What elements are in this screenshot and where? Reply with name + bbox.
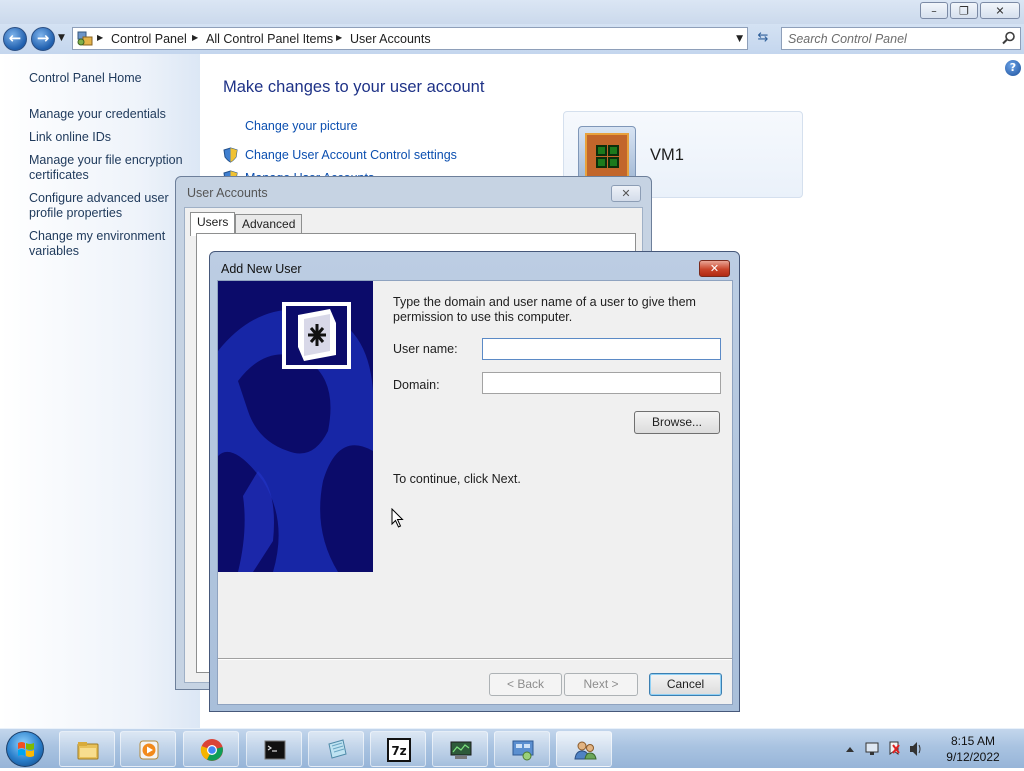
- wizard-banner-image: [218, 281, 373, 572]
- show-hidden-icons-icon: [846, 747, 854, 752]
- chrome-icon: [200, 739, 223, 761]
- continue-text: To continue, click Next.: [393, 472, 521, 486]
- control-panel-icon: [77, 31, 93, 46]
- browse-button[interactable]: Browse...: [634, 411, 720, 434]
- close-window-button[interactable]: ✕: [980, 2, 1020, 19]
- search-input[interactable]: [788, 30, 998, 47]
- sidebar-item-manage-credentials[interactable]: Manage your credentials: [29, 107, 194, 122]
- restore-icon: ❐: [959, 4, 969, 17]
- dialog-title: Add New User: [221, 262, 302, 276]
- taskbar: 7z 8:15 AM 9/12/2022: [0, 728, 1024, 768]
- search-box[interactable]: [781, 27, 1021, 50]
- window-titlebar: – ❐ ✕: [0, 0, 1024, 24]
- taskbar-command-prompt[interactable]: [246, 731, 302, 767]
- breadcrumb-control-panel[interactable]: Control Panel: [111, 32, 187, 46]
- close-icon: ✕: [621, 187, 631, 200]
- breadcrumb-arrow-icon[interactable]: ▶: [97, 33, 103, 42]
- svg-text:7z: 7z: [391, 744, 406, 758]
- taskbar-user-accounts[interactable]: [556, 731, 612, 767]
- minimize-icon: –: [931, 4, 937, 17]
- divider: [218, 658, 732, 660]
- breadcrumb-user-accounts[interactable]: User Accounts: [350, 32, 431, 46]
- action-center-icon: [889, 741, 900, 755]
- taskbar-notepad[interactable]: [308, 731, 364, 767]
- folder-icon: [77, 742, 99, 760]
- wizard-body: Type the domain and user name of a user …: [217, 280, 733, 705]
- cancel-button[interactable]: Cancel: [649, 673, 722, 696]
- network-icon: [865, 742, 879, 755]
- close-dialog-button[interactable]: ✕: [611, 185, 641, 202]
- user-name: VM1: [650, 146, 684, 164]
- taskbar-7zip[interactable]: 7z: [370, 731, 426, 767]
- taskbar-media-player[interactable]: [120, 731, 176, 767]
- 7zip-icon: 7z: [387, 738, 411, 762]
- sidebar-item-environment-variables[interactable]: Change my environment variables: [29, 229, 194, 259]
- task-pane: Control Panel Home Manage your credentia…: [0, 54, 200, 728]
- uac-settings-link[interactable]: Change User Account Control settings: [245, 148, 457, 162]
- chevron-down-icon: ▼: [58, 33, 65, 43]
- maximize-button[interactable]: ❐: [950, 2, 978, 19]
- sidebar-item-link-online-ids[interactable]: Link online IDs: [29, 130, 194, 145]
- uac-shield-icon: [223, 147, 238, 163]
- search-icon[interactable]: [1002, 31, 1016, 45]
- refresh-icon: ⇆: [757, 30, 769, 45]
- forward-button[interactable]: →: [31, 27, 55, 51]
- close-icon: ✕: [995, 4, 1005, 17]
- notepad-icon: [328, 739, 347, 759]
- taskbar-explorer[interactable]: [59, 731, 115, 767]
- sidebar-item-control-panel-home[interactable]: Control Panel Home: [29, 71, 194, 86]
- username-field[interactable]: [482, 338, 721, 360]
- taskbar-network-app[interactable]: [432, 731, 488, 767]
- username-label: User name:: [393, 342, 458, 356]
- start-button[interactable]: [6, 731, 44, 767]
- add-new-user-dialog: Add New User ✕ Type the domain and user …: [209, 251, 740, 712]
- page-title: Make changes to your user account: [223, 78, 485, 96]
- windows-logo-icon: [18, 742, 34, 757]
- clock-time: 8:15 AM: [950, 734, 996, 748]
- sidebar-item-advanced-profile[interactable]: Configure advanced user profile properti…: [29, 191, 194, 221]
- command-prompt-icon: [264, 740, 286, 760]
- user-picture-icon: [585, 133, 629, 179]
- volume-icon: [910, 742, 921, 756]
- domain-label: Domain:: [393, 378, 440, 392]
- address-dropdown-icon[interactable]: ▼: [736, 34, 743, 44]
- network-monitor-icon: [450, 741, 472, 759]
- clock[interactable]: 8:15 AM 9/12/2022: [930, 733, 1016, 765]
- minimize-button[interactable]: –: [920, 2, 948, 19]
- user-accounts-icon: [574, 741, 597, 760]
- domain-field[interactable]: [482, 372, 721, 394]
- recent-pages-dropdown[interactable]: ▼: [58, 33, 65, 43]
- taskbar-chrome[interactable]: [183, 731, 239, 767]
- mouse-pointer-icon: [391, 508, 404, 528]
- back-arrow-icon: ←: [8, 29, 22, 47]
- clock-date: 9/12/2022: [946, 750, 1000, 764]
- control-panel-icon: [512, 740, 534, 761]
- change-picture-link[interactable]: Change your picture: [245, 119, 358, 133]
- navigation-bar: ← → ▼ ▶ Control Panel ▶ All Control Pane…: [0, 24, 1024, 54]
- tab-advanced[interactable]: Advanced: [235, 214, 303, 235]
- dialog-title: User Accounts: [187, 186, 268, 200]
- address-bar[interactable]: ▶ Control Panel ▶ All Control Panel Item…: [72, 27, 748, 50]
- close-icon: ✕: [709, 262, 720, 275]
- back-button[interactable]: < Back: [489, 673, 562, 696]
- next-button[interactable]: Next >: [564, 673, 638, 696]
- back-button[interactable]: ←: [3, 27, 27, 51]
- help-icon[interactable]: ?: [1005, 60, 1021, 76]
- breadcrumb-arrow-icon[interactable]: ▶: [336, 33, 342, 42]
- forward-arrow-icon: →: [36, 29, 50, 47]
- breadcrumb-arrow-icon[interactable]: ▶: [192, 33, 198, 42]
- breadcrumb-all-items[interactable]: All Control Panel Items: [206, 32, 333, 46]
- taskbar-control-panel[interactable]: [494, 731, 550, 767]
- instructions-text: Type the domain and user name of a user …: [393, 295, 696, 324]
- media-player-icon: [139, 740, 159, 760]
- system-tray: [846, 741, 921, 756]
- sidebar-item-file-encryption[interactable]: Manage your file encryption certificates: [29, 153, 194, 183]
- close-dialog-button[interactable]: ✕: [699, 260, 730, 277]
- refresh-button[interactable]: ⇆: [752, 27, 774, 50]
